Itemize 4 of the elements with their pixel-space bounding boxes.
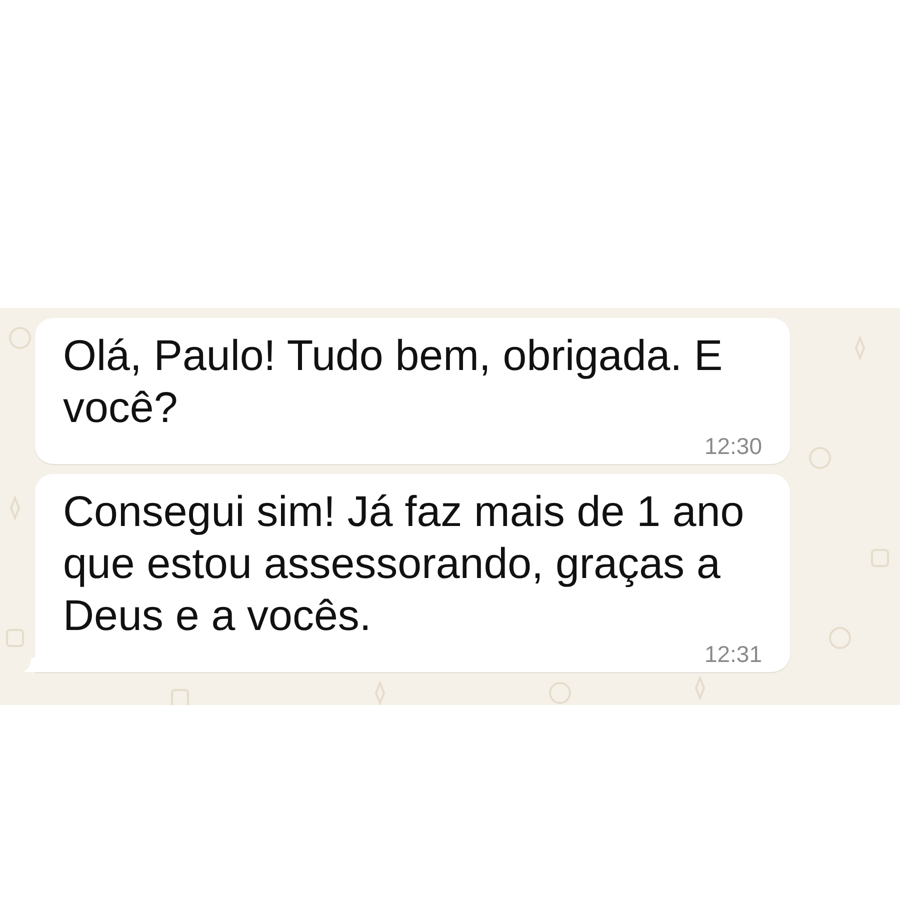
message-text: Consegui sim! Já faz mais de 1 ano que estou assessorando, graças a Deus e a vocês. <box>63 487 746 642</box>
message-text: Olá, Paulo! Tudo bem, obrigada. E você? <box>63 331 724 434</box>
message-time: 12:30 <box>704 434 762 458</box>
message-time: 12:31 <box>704 642 762 666</box>
